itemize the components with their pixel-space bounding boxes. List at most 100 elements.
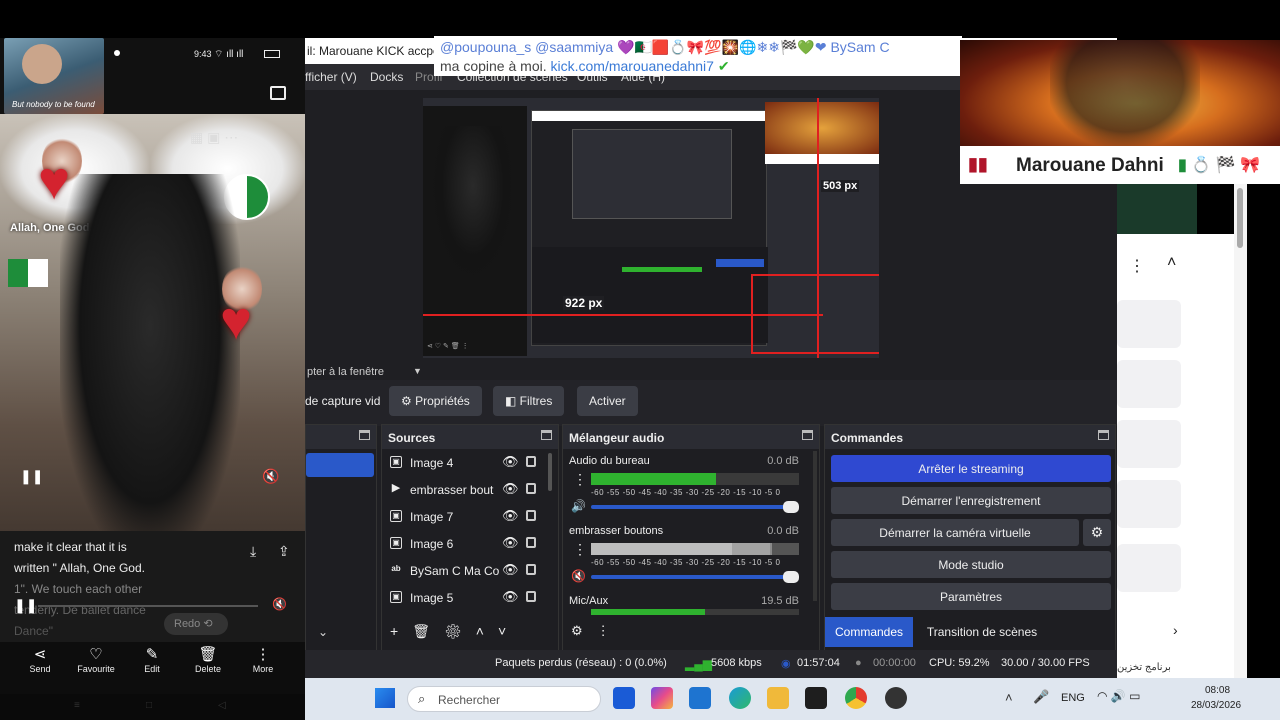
plus-icon[interactable]: + xyxy=(390,623,412,639)
edit-button[interactable]: ✎ Edit xyxy=(122,646,182,674)
share-icon[interactable]: ⇪ xyxy=(278,543,290,560)
download-icon[interactable]: ⤓ xyxy=(250,543,256,560)
selection-box[interactable] xyxy=(751,274,879,354)
progress-track[interactable] xyxy=(38,605,258,607)
filters-button[interactable]: ◧ Filtres xyxy=(493,386,565,416)
eye-icon[interactable]: 👁 xyxy=(502,562,519,578)
audio-app-icon[interactable] xyxy=(805,687,827,709)
more-vertical-icon[interactable]: ⋮ xyxy=(573,541,587,558)
lock-icon[interactable] xyxy=(526,564,536,575)
wifi-icon[interactable]: ◠ 🔊 ▭ xyxy=(1097,689,1140,703)
more-button[interactable]: ⋮ More xyxy=(233,646,293,674)
volume-slider[interactable] xyxy=(591,501,799,513)
lock-icon[interactable] xyxy=(526,483,536,494)
source-item[interactable]: ab BySam C Ma Co 👁 xyxy=(390,559,548,583)
app-icon-1[interactable] xyxy=(613,687,635,709)
lock-icon[interactable] xyxy=(526,591,536,602)
eye-icon[interactable]: 👁 xyxy=(502,508,519,524)
source-item[interactable]: ▶ embrasser bout 👁 xyxy=(390,478,548,502)
delete-button[interactable]: 🗑 Delete xyxy=(178,646,238,674)
virtual-camera-settings-button[interactable]: ⚙ xyxy=(1083,519,1111,546)
gallery-icon[interactable]: ▦ ▣ ⋯ xyxy=(190,129,238,146)
browser-card[interactable] xyxy=(1117,360,1181,408)
mute-icon[interactable]: 🔇 xyxy=(272,597,287,611)
source-item[interactable]: ▣ Image 4 👁 xyxy=(390,451,548,475)
trash-icon[interactable]: 🗑 xyxy=(412,623,444,639)
start-recording-button[interactable]: Démarrer l'enregistrement xyxy=(831,487,1111,514)
taskbar-search[interactable]: ⌕ Rechercher xyxy=(407,686,601,712)
chevron-down-icon[interactable]: ⌄ xyxy=(318,625,328,639)
float-icon[interactable] xyxy=(1098,430,1109,440)
microphone-icon[interactable]: 🎤 xyxy=(1033,689,1049,705)
edge-icon[interactable] xyxy=(729,687,751,709)
start-virtual-camera-button[interactable]: Démarrer la caméra virtuelle xyxy=(831,519,1079,546)
speaker-icon[interactable]: 🔊 xyxy=(571,499,586,513)
eye-icon[interactable]: 👁 xyxy=(502,481,519,497)
clock-time[interactable]: 08:08 xyxy=(1205,685,1230,696)
chevron-down-icon[interactable]: ˅ xyxy=(498,623,520,639)
muted-speaker-icon[interactable]: 🔇 xyxy=(571,569,586,583)
language-indicator[interactable]: ENG xyxy=(1061,692,1085,704)
tab-commands[interactable]: Commandes xyxy=(825,617,913,647)
obs-icon[interactable] xyxy=(885,687,907,709)
gear-icon[interactable]: ⚙ xyxy=(444,623,476,639)
properties-button[interactable]: ⚙ Propriétés xyxy=(389,386,482,416)
mute-icon[interactable]: 🔇 xyxy=(262,468,279,485)
studio-mode-button[interactable]: Mode studio xyxy=(831,551,1111,578)
scrollbar[interactable] xyxy=(813,451,817,601)
home-nav-icon[interactable]: □ xyxy=(146,700,152,711)
float-icon[interactable] xyxy=(359,430,370,440)
source-item[interactable]: ▣ Image 5 👁 xyxy=(390,586,548,610)
browser-scrollbar[interactable] xyxy=(1234,184,1247,678)
outlook-icon[interactable] xyxy=(689,687,711,709)
float-icon[interactable] xyxy=(802,430,813,440)
chat-link[interactable]: kick.com/marouanedahni7 xyxy=(551,58,714,74)
scroll-thumb[interactable] xyxy=(1237,188,1243,248)
favourite-button[interactable]: ♡ Favourite xyxy=(66,646,126,674)
pause-icon[interactable]: ❚❚ xyxy=(20,468,43,485)
back-nav-icon[interactable]: ◁ xyxy=(218,700,226,711)
lock-icon[interactable] xyxy=(526,456,536,467)
chevron-up-icon[interactable]: ˄ xyxy=(476,623,498,639)
slider-knob[interactable] xyxy=(783,571,799,583)
source-item[interactable]: ▣ Image 6 👁 xyxy=(390,532,548,556)
browser-card[interactable] xyxy=(1117,300,1181,348)
lock-icon[interactable] xyxy=(526,510,536,521)
eye-icon[interactable]: 👁 xyxy=(502,454,519,470)
scene-item-selected[interactable] xyxy=(306,453,374,477)
scrollbar[interactable] xyxy=(548,453,552,491)
menu-nav-icon[interactable]: ≡ xyxy=(74,700,80,711)
more-vertical-icon[interactable]: ⋮ xyxy=(597,623,624,638)
folder-icon[interactable] xyxy=(767,687,789,709)
send-button[interactable]: ⋖ Send xyxy=(10,646,70,674)
gear-icon[interactable]: ⚙ xyxy=(571,623,597,638)
eye-icon[interactable]: 👁 xyxy=(502,589,519,605)
screenshot-icon[interactable] xyxy=(270,86,286,100)
preview-canvas[interactable]: ⋖ ♡ ✎ 🗑 ⋮ 922 px 503 px xyxy=(423,98,879,358)
clock-date[interactable]: 28/03/2026 xyxy=(1191,700,1241,711)
chrome-icon[interactable] xyxy=(845,687,867,709)
lock-icon[interactable] xyxy=(526,537,536,548)
chevron-up-icon[interactable]: ˄ xyxy=(1167,254,1176,272)
more-vertical-icon[interactable]: ⋮ xyxy=(1129,256,1145,276)
tab-scene-transitions[interactable]: Transition de scènes xyxy=(917,617,1047,647)
eye-icon[interactable]: 👁 xyxy=(502,535,519,551)
stop-streaming-button[interactable]: Arrêter le streaming xyxy=(831,455,1111,482)
float-icon[interactable] xyxy=(541,430,552,440)
redo-button[interactable]: Redo ⟲ xyxy=(164,613,228,635)
menu-docks[interactable]: Docks xyxy=(370,70,403,84)
activate-button[interactable]: Activer xyxy=(577,386,638,416)
chevron-up-icon[interactable]: ˄ xyxy=(1005,690,1013,705)
windows-start-icon[interactable] xyxy=(375,688,395,708)
settings-button[interactable]: Paramètres xyxy=(831,583,1111,610)
more-vertical-icon[interactable]: ⋮ xyxy=(573,471,587,488)
pause-icon[interactable]: ❚❚ xyxy=(14,597,37,614)
menu-view[interactable]: fficher (V) xyxy=(305,70,357,84)
volume-slider[interactable] xyxy=(591,571,799,583)
browser-card[interactable] xyxy=(1117,544,1181,592)
copilot-icon[interactable] xyxy=(651,687,673,709)
slider-knob[interactable] xyxy=(783,501,799,513)
chevron-down-icon[interactable]: ▼ xyxy=(413,366,422,376)
browser-card[interactable] xyxy=(1117,480,1181,528)
browser-card[interactable] xyxy=(1117,420,1181,468)
